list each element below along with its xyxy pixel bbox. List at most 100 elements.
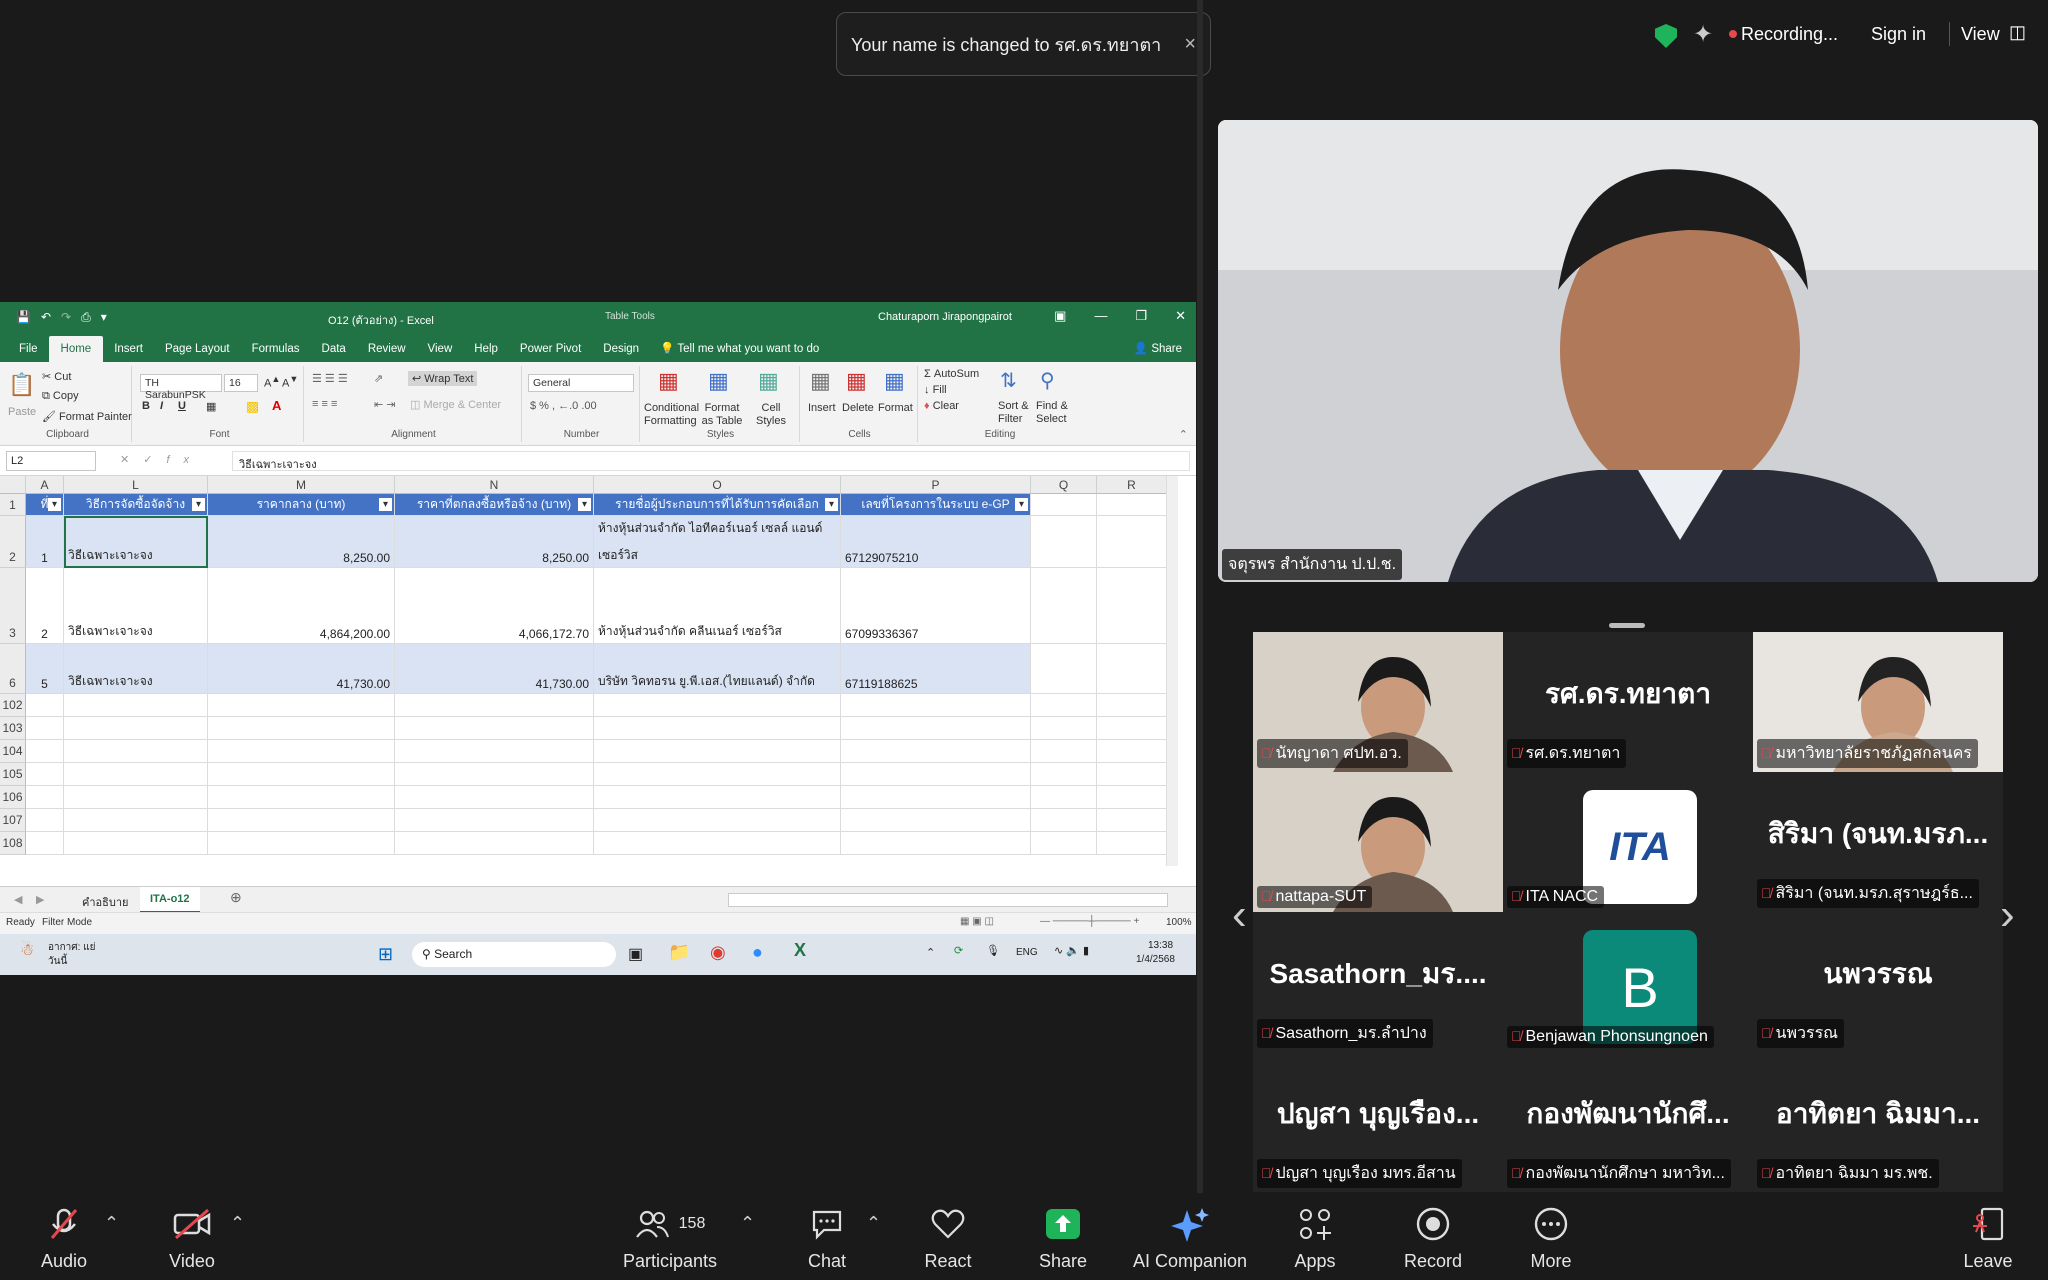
sign-in-button[interactable]: Sign in	[1871, 24, 1926, 45]
table-header-cell[interactable]: เลขที่โครงการในระบบ e-GP ▾	[841, 494, 1031, 516]
gallery-prev-arrow[interactable]: ‹	[1232, 890, 1247, 940]
participant-tile[interactable]: B 🎙̸ Benjawan Phonsungnoen	[1503, 912, 1753, 1052]
orientation-icon[interactable]: ⇗	[374, 372, 383, 385]
cell[interactable]	[841, 694, 1031, 717]
cell[interactable]	[841, 740, 1031, 763]
cell[interactable]	[26, 832, 64, 855]
row-header[interactable]: 106	[0, 786, 26, 809]
fill-color-icon[interactable]: ▩	[246, 398, 259, 415]
cell[interactable]	[594, 694, 841, 717]
filter-dropdown-icon[interactable]: ▾	[192, 498, 205, 511]
participant-tile[interactable]: ITA 🎙̸ ITA NACC	[1503, 772, 1753, 912]
italic-icon[interactable]: I	[160, 400, 163, 412]
cell[interactable]	[841, 786, 1031, 809]
chat-button[interactable]: Chat	[777, 1203, 877, 1272]
more-button[interactable]: More	[1501, 1203, 1601, 1272]
cell[interactable]	[208, 694, 395, 717]
zoom-slider[interactable]: — ─────┼───── +	[1040, 916, 1139, 927]
cell[interactable]	[594, 740, 841, 763]
column-header[interactable]: N	[395, 476, 594, 494]
font-size-select[interactable]: 16	[224, 374, 258, 392]
gallery-next-arrow[interactable]: ›	[2000, 890, 2015, 940]
row-header[interactable]: 3	[0, 568, 26, 644]
customize-qat-icon[interactable]: ▾	[101, 310, 107, 325]
column-header[interactable]: A	[26, 476, 64, 494]
collapse-ribbon-icon[interactable]: ⌃	[1179, 428, 1188, 441]
apps-button[interactable]: Apps	[1265, 1203, 1365, 1272]
ribbon-display-icon[interactable]: ▣	[1054, 308, 1066, 324]
column-header[interactable]: O	[594, 476, 841, 494]
table-cell[interactable]: 8,250.00	[208, 516, 395, 568]
participant-tile[interactable]: 🎙̸ นัทญาดา ศปท.อว.	[1253, 632, 1503, 772]
ai-sparkle-icon[interactable]: ✦	[1693, 20, 1713, 49]
cell[interactable]	[395, 740, 594, 763]
cell[interactable]	[1097, 644, 1167, 694]
format-as-table-button[interactable]: Format as Table	[698, 402, 746, 428]
cell[interactable]	[841, 763, 1031, 786]
cell[interactable]	[1097, 763, 1167, 786]
tab-help[interactable]: Help	[463, 343, 509, 362]
panel-resize-handle[interactable]	[1609, 623, 1645, 628]
cell[interactable]	[1097, 494, 1167, 516]
cell[interactable]	[841, 809, 1031, 832]
borders-icon[interactable]: ▦	[206, 400, 216, 413]
table-header-cell[interactable]: ราคากลาง (บาท) ▾	[208, 494, 395, 516]
cell[interactable]	[208, 763, 395, 786]
cell[interactable]	[841, 832, 1031, 855]
encryption-shield-icon[interactable]	[1655, 24, 1677, 48]
table-header-cell[interactable]: วิธีการจัดซื้อจัดจ้าง ▾	[64, 494, 208, 516]
table-cell[interactable]: 4,066,172.70	[395, 568, 594, 644]
align-top-icon[interactable]: ☰ ☰ ☰	[312, 372, 348, 385]
formula-input[interactable]: วิธีเฉพาะเจาะจง	[232, 451, 1190, 471]
indent-icon[interactable]: ⇤ ⇥	[374, 398, 396, 411]
copy-button[interactable]: ⧉ Copy	[42, 390, 79, 403]
sheet-tab-ita-o12[interactable]: ITA-o12	[140, 887, 200, 913]
cell[interactable]	[1031, 740, 1097, 763]
table-cell[interactable]: บริษัท วิคทอรน ยู.พี.เอส.(ไทยแลนด์) จำกั…	[594, 644, 841, 694]
table-cell[interactable]: วิธีเฉพาะเจาะจง	[64, 644, 208, 694]
restore-icon[interactable]: ❐	[1135, 308, 1147, 324]
font-color-icon[interactable]: A	[272, 398, 281, 413]
column-header[interactable]: L	[64, 476, 208, 494]
cell[interactable]	[594, 832, 841, 855]
cell[interactable]	[64, 809, 208, 832]
close-icon[interactable]: ✕	[1175, 308, 1186, 324]
cell[interactable]	[1031, 568, 1097, 644]
table-header-cell[interactable]: ที่ ▾	[26, 494, 64, 516]
find-select-button[interactable]: Find & Select	[1036, 400, 1076, 426]
bold-icon[interactable]: B	[142, 400, 150, 412]
tab-insert[interactable]: Insert	[103, 343, 154, 362]
shrink-font-icon[interactable]: A▼	[282, 374, 298, 390]
print-preview-icon[interactable]: ⎙	[81, 310, 91, 325]
find-select-icon[interactable]: ⚲	[1040, 368, 1055, 393]
table-cell[interactable]: 4,864,200.00	[208, 568, 395, 644]
cell[interactable]	[1097, 740, 1167, 763]
sheet-nav-next-icon[interactable]: ▶	[36, 893, 44, 906]
cell[interactable]	[1097, 809, 1167, 832]
table-header-cell[interactable]: รายชื่อผู้ประกอบการที่ได้รับการคัดเลือก ▾	[594, 494, 841, 516]
active-speaker-video[interactable]: จตุรพร สำนักงาน ป.ป.ช.	[1218, 120, 2038, 582]
table-cell[interactable]: 41,730.00	[395, 644, 594, 694]
table-cell[interactable]: 67099336367	[841, 568, 1031, 644]
horizontal-scrollbar[interactable]	[728, 893, 1168, 907]
tab-formulas[interactable]: Formulas	[241, 343, 311, 362]
cell[interactable]	[1097, 516, 1167, 568]
format-cells-button[interactable]: Format	[878, 402, 913, 414]
table-cell[interactable]: 8,250.00	[395, 516, 594, 568]
add-sheet-icon[interactable]: ⊕	[230, 889, 242, 906]
cell[interactable]	[395, 786, 594, 809]
insert-cells-button[interactable]: Insert	[808, 402, 836, 414]
wrap-text-button[interactable]: ↩ Wrap Text	[408, 371, 478, 386]
cell[interactable]	[395, 694, 594, 717]
format-painter-button[interactable]: 🖌 Format Painter	[42, 410, 132, 423]
number-format-select[interactable]: General	[528, 374, 634, 392]
select-all-corner[interactable]	[0, 476, 26, 494]
row-header[interactable]: 103	[0, 717, 26, 740]
cell[interactable]	[594, 786, 841, 809]
cell[interactable]	[64, 786, 208, 809]
filter-dropdown-icon[interactable]: ▾	[825, 498, 838, 511]
vertical-scrollbar[interactable]	[1166, 476, 1178, 866]
table-cell[interactable]: ห้างหุ้นส่วนจำกัด คลีนเนอร์ เซอร์วิส	[594, 568, 841, 644]
column-header[interactable]: Q	[1031, 476, 1097, 494]
cell[interactable]	[64, 832, 208, 855]
